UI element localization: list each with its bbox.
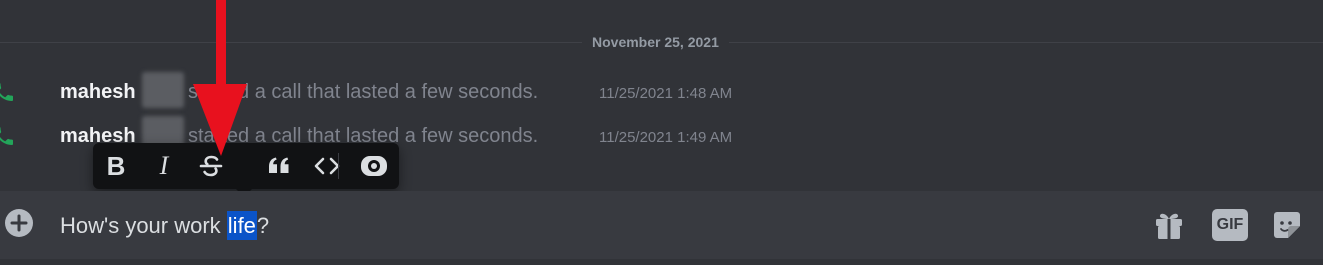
phone-icon xyxy=(0,127,13,145)
message-text-end: ? xyxy=(256,213,270,238)
toolbar-separator xyxy=(338,153,339,179)
gift-icon[interactable] xyxy=(1152,208,1186,242)
bold-icon: B xyxy=(106,150,126,181)
phone-icon xyxy=(0,83,13,101)
annotation-arrow xyxy=(193,0,247,156)
selected-text: life xyxy=(226,211,257,240)
quote-button[interactable] xyxy=(264,151,294,181)
timestamp: 11/25/2021 1:49 AM xyxy=(599,129,733,146)
timestamp: 11/25/2021 1:48 AM xyxy=(599,85,733,102)
gif-button[interactable]: GIF xyxy=(1212,209,1248,241)
spoiler-button[interactable] xyxy=(359,151,389,181)
add-attachment-icon[interactable] xyxy=(4,208,34,238)
italic-icon: I xyxy=(159,151,169,180)
message-text: How's your work xyxy=(60,213,227,238)
spoiler-icon xyxy=(361,156,387,176)
message-composer[interactable]: How's your work life? GIF xyxy=(0,191,1323,259)
italic-button[interactable]: I xyxy=(149,151,179,181)
message-input[interactable]: How's your work life? xyxy=(60,211,270,240)
username[interactable]: mahesh xyxy=(60,81,136,104)
quote-icon xyxy=(269,157,289,173)
sticker-icon[interactable] xyxy=(1270,208,1304,242)
date-divider: November 25, 2021 xyxy=(582,33,729,51)
gif-label: GIF xyxy=(1216,216,1244,233)
redacted-name xyxy=(142,72,184,108)
bold-button[interactable]: B xyxy=(101,151,131,181)
